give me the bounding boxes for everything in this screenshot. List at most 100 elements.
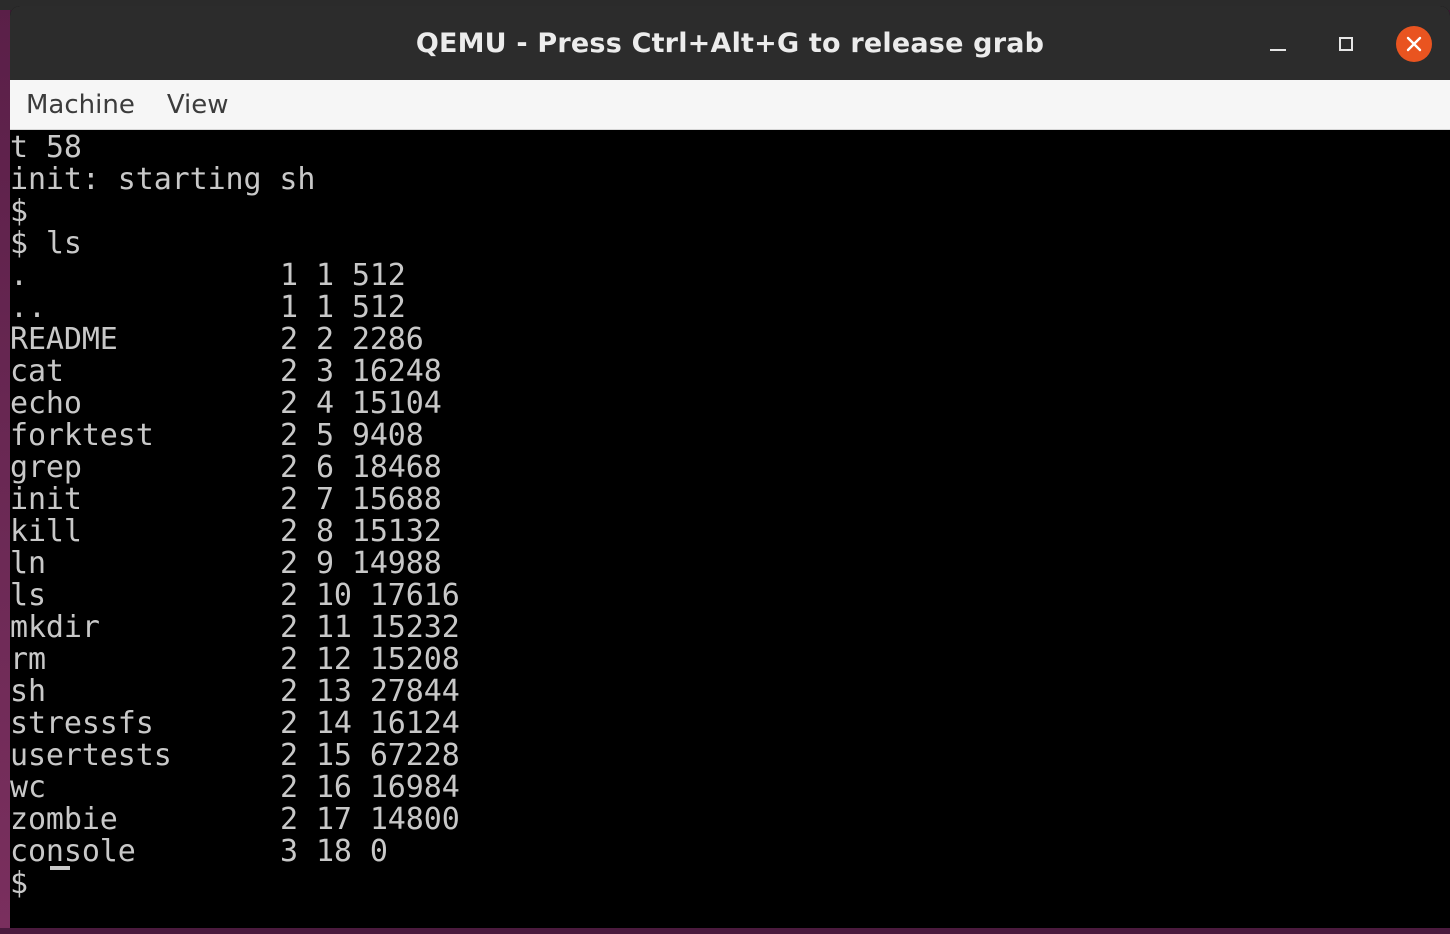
title-bar[interactable]: QEMU - Press Ctrl+Alt+G to release grab: [10, 6, 1450, 80]
ls-entry-name: mkdir: [10, 610, 100, 645]
minimize-button[interactable]: [1260, 26, 1296, 62]
ls-entry-inode: 5: [315, 418, 334, 453]
ls-entry-size: 14988: [351, 546, 442, 581]
ls-entry-inode: 17: [315, 802, 352, 837]
ls-entry-type: 2: [280, 546, 298, 581]
ls-entry-name: forktest: [10, 418, 154, 453]
ls-entry-type: 2: [280, 514, 298, 549]
ls-entry-row: cat 2 3 16248: [10, 356, 460, 388]
ls-entry-size: 18468: [351, 450, 442, 485]
ls-entry-size: 0: [369, 834, 388, 869]
ls-entry-type: 2: [280, 322, 298, 357]
ls-entry-inode: 1: [315, 290, 334, 325]
window-minimize-icon: [1270, 49, 1286, 51]
ls-entry-name: ln: [10, 546, 46, 581]
ls-entry-size: 27844: [369, 674, 460, 709]
ls-entry-name: usertests: [10, 738, 172, 773]
maximize-button[interactable]: [1328, 26, 1364, 62]
ls-entry-row: grep 2 6 18468: [10, 452, 460, 484]
prompt-line[interactable]: $: [10, 866, 460, 901]
ls-entry-type: 1: [280, 290, 298, 325]
ls-entry-row: wc 2 16 16984: [10, 772, 460, 804]
desktop-background: [0, 0, 10, 934]
ls-entry-name: zombie: [10, 802, 118, 837]
shell-prompt: $: [10, 866, 46, 901]
ls-entry-inode: 7: [315, 482, 334, 517]
ls-entry-inode: 1: [315, 258, 334, 293]
ls-entry-row: README 2 2 2286: [10, 324, 460, 356]
ls-entry-type: 1: [280, 258, 298, 293]
menu-bar: Machine View: [10, 80, 1450, 130]
ls-entry-size: 16124: [369, 706, 460, 741]
ls-entry-inode: 18: [315, 834, 352, 869]
ls-entry-type: 2: [280, 450, 298, 485]
ls-entry-size: 15688: [351, 482, 442, 517]
ls-entry-row: kill 2 8 15132: [10, 516, 460, 548]
ls-entry-row: zombie 2 17 14800: [10, 804, 460, 836]
ls-entry-row: usertests 2 15 67228: [10, 740, 460, 772]
ls-entry-name: README: [10, 322, 118, 357]
ls-entry-inode: 12: [315, 642, 352, 677]
menu-machine[interactable]: Machine: [10, 80, 151, 130]
ls-entry-inode: 8: [315, 514, 334, 549]
ls-entry-type: 2: [280, 770, 298, 805]
ls-entry-type: 3: [280, 834, 298, 869]
ls-entry-row: mkdir 2 11 15232: [10, 612, 460, 644]
menu-view[interactable]: View: [151, 80, 245, 130]
window-title: QEMU - Press Ctrl+Alt+G to release grab: [415, 27, 1045, 59]
ls-entry-size: 9408: [351, 418, 424, 453]
ls-entry-type: 2: [280, 354, 298, 389]
ls-entry-row: forktest 2 5 9408: [10, 420, 460, 452]
ls-entry-inode: 14: [315, 706, 352, 741]
console-line: t 58: [10, 130, 82, 165]
ls-entry-size: 15208: [369, 642, 460, 677]
ls-entry-name: sh: [10, 674, 46, 709]
ls-entry-name: cat: [10, 354, 64, 389]
ls-entry-inode: 15: [315, 738, 352, 773]
ls-entry-row: stressfs 2 14 16124: [10, 708, 460, 740]
ls-entry-row: .. 1 1 512: [10, 292, 460, 324]
ls-entry-size: 15232: [369, 610, 460, 645]
ls-entry-row: . 1 1 512: [10, 260, 460, 292]
ls-entry-type: 2: [280, 386, 298, 421]
ls-entry-type: 2: [280, 482, 298, 517]
ls-entry-inode: 10: [315, 578, 352, 613]
window-maximize-icon: [1339, 37, 1353, 51]
ls-entry-type: 2: [280, 578, 298, 613]
ls-entry-type: 2: [280, 610, 298, 645]
vm-display[interactable]: t 58 init: starting sh $ $ ls. 1 1 512.. 1 1 …: [10, 130, 1450, 928]
ls-entry-size: 14800: [369, 802, 460, 837]
close-button[interactable]: [1396, 26, 1432, 62]
ls-entry-size: 16984: [369, 770, 460, 805]
ls-entry-name: ls: [10, 578, 46, 613]
ls-entry-inode: 13: [315, 674, 352, 709]
ls-entry-size: 16248: [351, 354, 442, 389]
ls-entry-inode: 11: [315, 610, 352, 645]
ls-entry-row: console 3 18 0: [10, 836, 460, 868]
console-line: $: [10, 194, 28, 229]
ls-entry-name: init: [10, 482, 82, 517]
ls-entry-size: 15104: [351, 386, 442, 421]
